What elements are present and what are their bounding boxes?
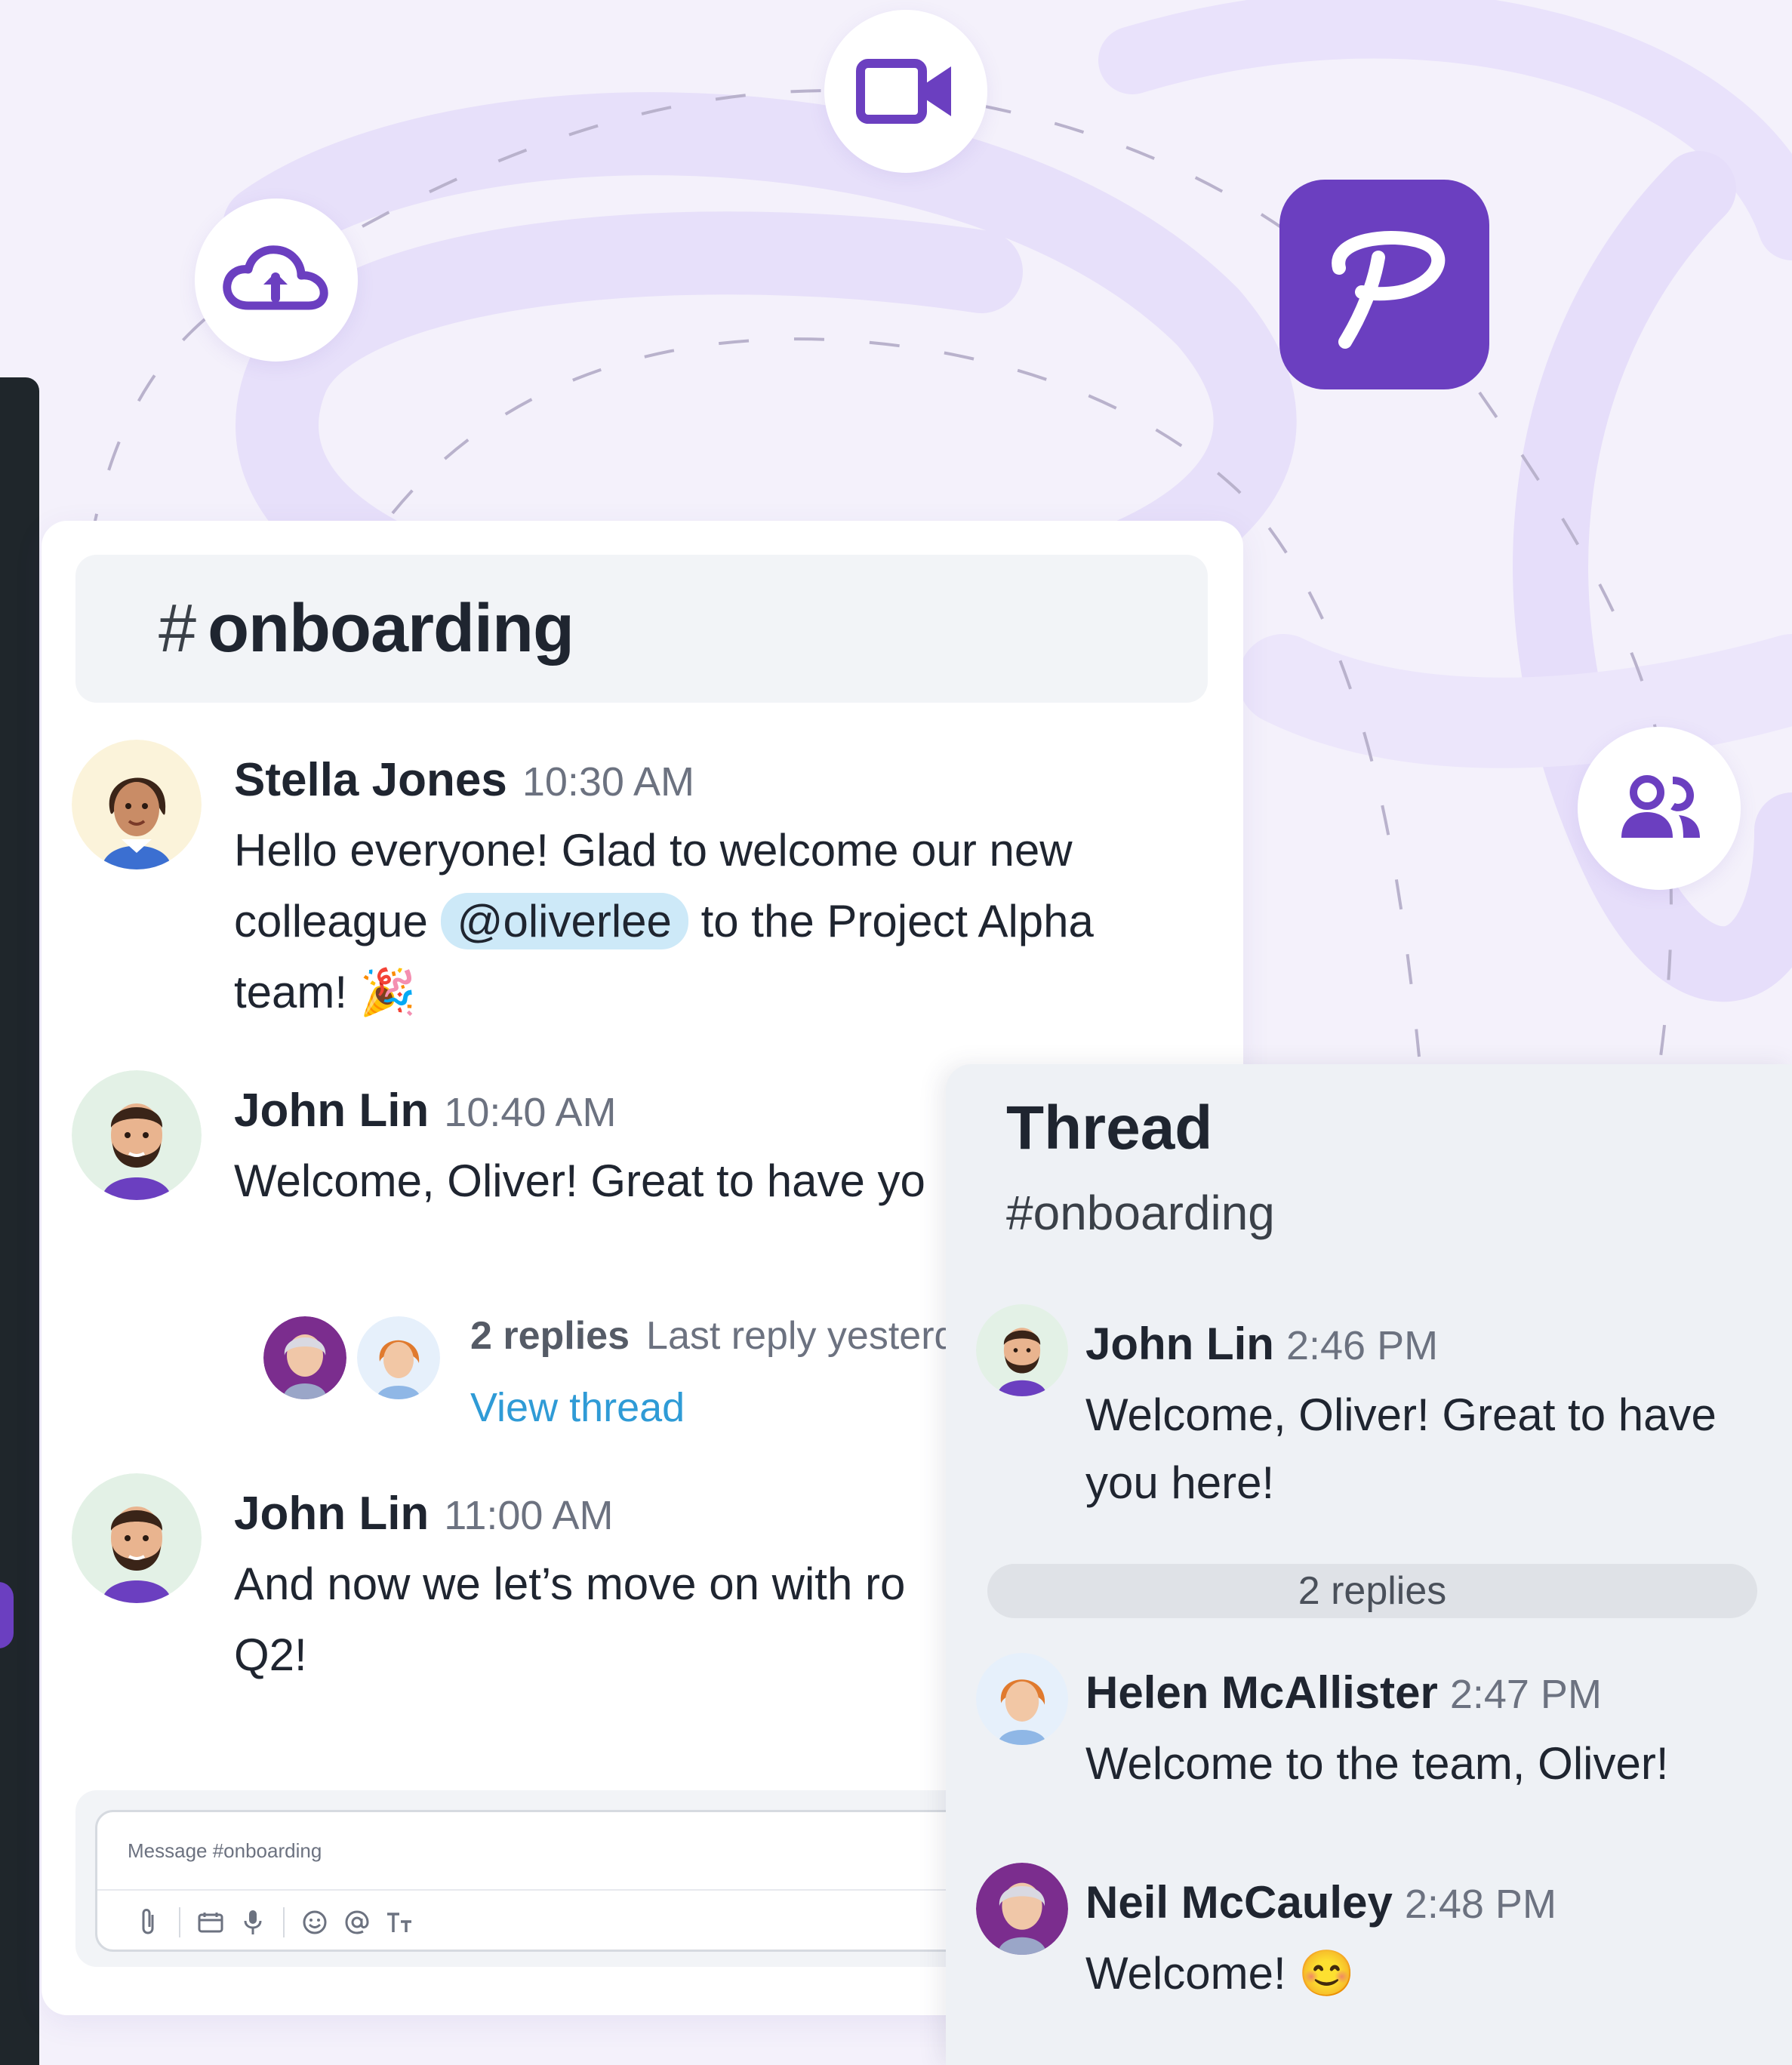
timestamp: 10:40 AM xyxy=(444,1090,617,1135)
timestamp: 2:47 PM xyxy=(1449,1672,1602,1717)
sidebar-active-indicator xyxy=(0,1582,14,1648)
timestamp: 2:48 PM xyxy=(1404,1882,1556,1927)
thread-root-message[interactable]: John Lin 2:46 PM Welcome, Oliver! Great t… xyxy=(946,1304,1792,1546)
message-meta: John Lin 10:40 AM xyxy=(234,1084,616,1137)
timestamp: 11:00 AM xyxy=(444,1493,614,1538)
avatar-neil-mccauley[interactable] xyxy=(976,1863,1068,1955)
app-logo-mark xyxy=(1332,231,1446,349)
thread-title: Thread xyxy=(1006,1094,1213,1162)
emoji-icon[interactable] xyxy=(294,1901,336,1943)
text-format-icon[interactable] xyxy=(378,1901,420,1943)
avatar-john-lin[interactable] xyxy=(72,1473,202,1603)
last-reply-time: Last reply yesterd xyxy=(646,1314,956,1358)
message-text: Welcome to the team, Oliver! xyxy=(1085,1738,1669,1789)
message-meta: Neil McCauley 2:48 PM xyxy=(1085,1876,1556,1928)
timestamp: 2:46 PM xyxy=(1285,1323,1439,1368)
message-text: Hello everyone! Glad to welcome our new … xyxy=(234,815,1215,1028)
avatar-john-lin[interactable] xyxy=(976,1304,1068,1396)
calendar-icon[interactable] xyxy=(189,1901,232,1943)
message-input-placeholder[interactable]: Message #onboarding xyxy=(128,1839,322,1863)
toolbar-separator xyxy=(283,1907,285,1937)
cloud-upload-bubble xyxy=(195,198,358,362)
thread-reply[interactable]: Neil McCauley 2:48 PM Welcome! 😊 xyxy=(946,1863,1792,2029)
thread-panel: Thread #onboarding John Lin 2:46 PM Welco… xyxy=(946,1064,1792,2065)
reply-avatar-helen xyxy=(354,1313,443,1402)
avatar-john-lin[interactable] xyxy=(72,1070,202,1200)
channel-header: # onboarding xyxy=(75,555,1208,703)
thread-reply[interactable]: Helen McAllister 2:47 PM Welcome to the t… xyxy=(946,1653,1792,1819)
author-name[interactable]: John Lin xyxy=(234,1488,429,1540)
timestamp: 10:30 AM xyxy=(522,759,694,805)
toolbar-separator xyxy=(179,1907,180,1937)
message-text: Welcome, Oliver! Great to have you here! xyxy=(1085,1389,1717,1508)
message-text: And now we let’s move on with ro Q2! xyxy=(234,1559,906,1680)
cloud-upload-icon xyxy=(223,245,328,310)
avatar-stella-jones[interactable] xyxy=(72,740,202,869)
workspace-sidebar xyxy=(0,377,39,2065)
channel-name: onboarding xyxy=(208,590,574,666)
thread-channel[interactable]: #onboarding xyxy=(1006,1185,1275,1241)
microphone-icon[interactable] xyxy=(232,1901,274,1943)
app-logo xyxy=(1279,180,1489,389)
channel-hash: # xyxy=(159,590,196,666)
author-name[interactable]: John Lin xyxy=(234,1085,429,1137)
message-meta: Helen McAllister 2:47 PM xyxy=(1085,1666,1602,1719)
paperclip-icon[interactable] xyxy=(128,1901,170,1943)
message-text: Welcome! 😊 xyxy=(1085,1948,1356,1999)
author-name[interactable]: John Lin xyxy=(1085,1319,1274,1369)
mention-icon[interactable] xyxy=(336,1901,378,1943)
author-name[interactable]: Helen McAllister xyxy=(1085,1667,1438,1718)
reply-avatar-neil xyxy=(260,1313,349,1402)
channel-title: # onboarding xyxy=(159,590,574,668)
members-bubble xyxy=(1578,727,1741,890)
user-mention[interactable]: @oliverlee xyxy=(440,893,688,949)
replies-divider: 2 replies xyxy=(987,1564,1757,1618)
view-thread-link[interactable]: View thread xyxy=(470,1384,685,1431)
author-name[interactable]: Stella Jones xyxy=(234,754,507,806)
message-item[interactable]: Stella Jones 10:30 AM Hello everyone! Gla… xyxy=(42,740,1219,1057)
replies-count[interactable]: 2 replies Last reply yesterd xyxy=(470,1313,956,1359)
message-meta: Stella Jones 10:30 AM xyxy=(234,753,694,807)
video-camera-icon xyxy=(856,59,951,124)
users-icon xyxy=(1621,775,1700,838)
video-call-bubble xyxy=(824,10,987,173)
author-name[interactable]: Neil McCauley xyxy=(1085,1877,1393,1928)
avatar-helen-mcallister[interactable] xyxy=(976,1653,1068,1745)
message-meta: John Lin 11:00 AM xyxy=(234,1487,613,1540)
message-meta: John Lin 2:46 PM xyxy=(1085,1318,1438,1370)
composer-toolbar xyxy=(128,1901,420,1943)
